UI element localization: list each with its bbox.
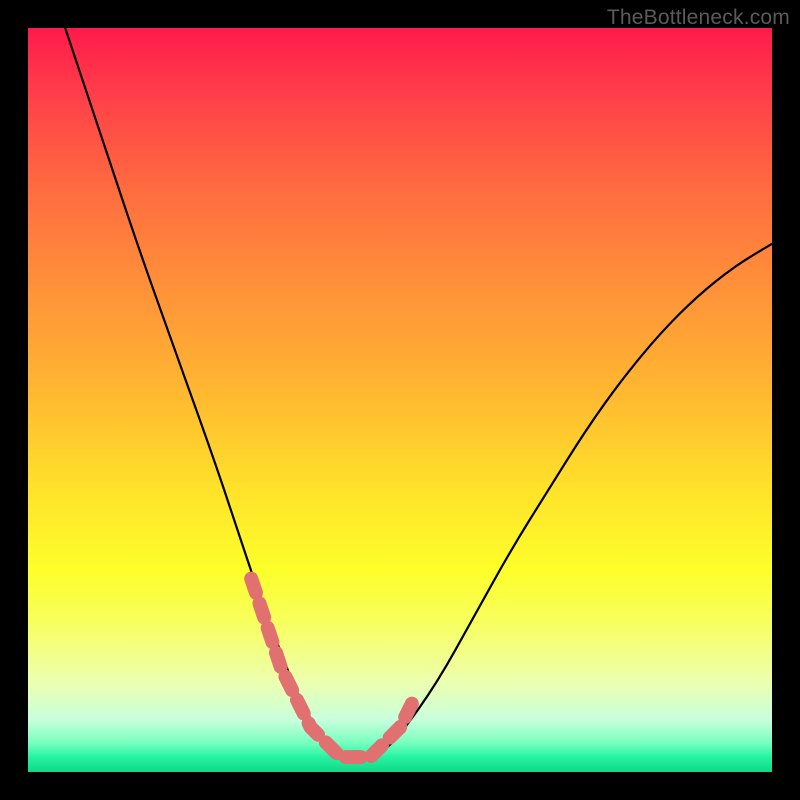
chart-plot-area: [28, 28, 772, 772]
attribution-label: TheBottleneck.com: [607, 6, 790, 30]
bottleneck-curve-svg: [28, 28, 772, 772]
bottleneck-curve-path: [65, 28, 772, 757]
highlight-band-path: [251, 579, 415, 758]
